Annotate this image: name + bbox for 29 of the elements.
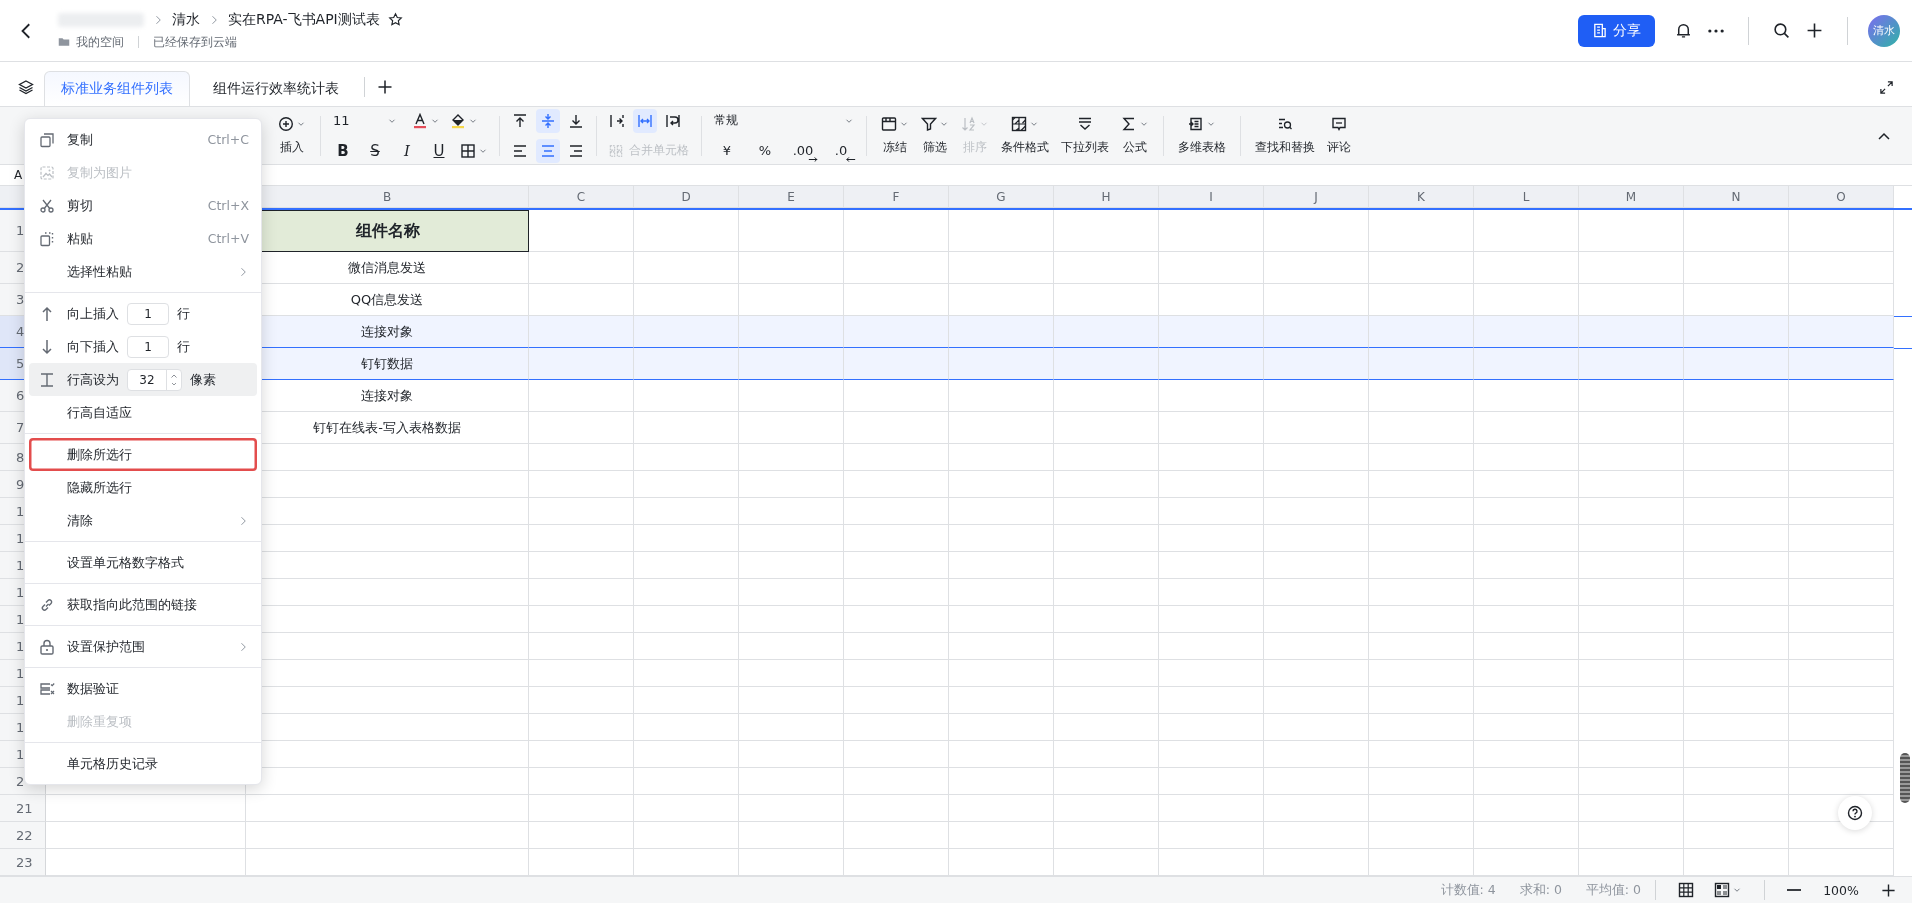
menu-item-label: 数据验证 [67,679,119,698]
menu-item-label: 复制 [67,130,93,149]
shortcut-text: Ctrl+C [207,132,249,147]
menu-item-label: 设置保护范围 [67,637,145,656]
shortcut-text: Ctrl+X [207,198,249,213]
menu-item-label: 向上插入 [67,304,119,323]
menu-item-label: 选择性粘贴 [67,262,132,281]
menu-item-label: 行高自适应 [67,403,132,422]
menu-item-label: 向下插入 [67,337,119,356]
menu-item-label: 单元格历史记录 [67,754,158,773]
document-title: 实在RPA-飞书API测试表 [228,10,380,29]
menu-item-label: 删除所选行 [67,445,132,464]
menu-item-label: 剪切 [67,196,93,215]
average-stat: 平均值: 0 [1585,881,1641,899]
unit-label: 行 [177,304,190,323]
menu-item-label: 删除重复项 [67,712,132,731]
sum-stat: 求和: 0 [1519,881,1562,899]
menu-item-label: 粘贴 [67,229,93,248]
menu-item-label: 清除 [67,511,93,530]
menu-item-label: 获取指向此范围的链接 [67,595,197,614]
unit-label: 像素 [190,370,216,389]
menu-item-label: 隐藏所选行 [67,478,132,497]
count-stat: 计数值: 4 [1440,881,1496,899]
menu-item-label: 设置单元格数字格式 [67,553,184,572]
menu-item-label: 行高设为 [67,370,119,389]
zoom-level: 100% [1822,882,1860,898]
unit-label: 行 [177,337,190,356]
menu-item-label: 复制为图片 [67,163,132,182]
save-status: 已经保存到云端 [153,33,237,51]
